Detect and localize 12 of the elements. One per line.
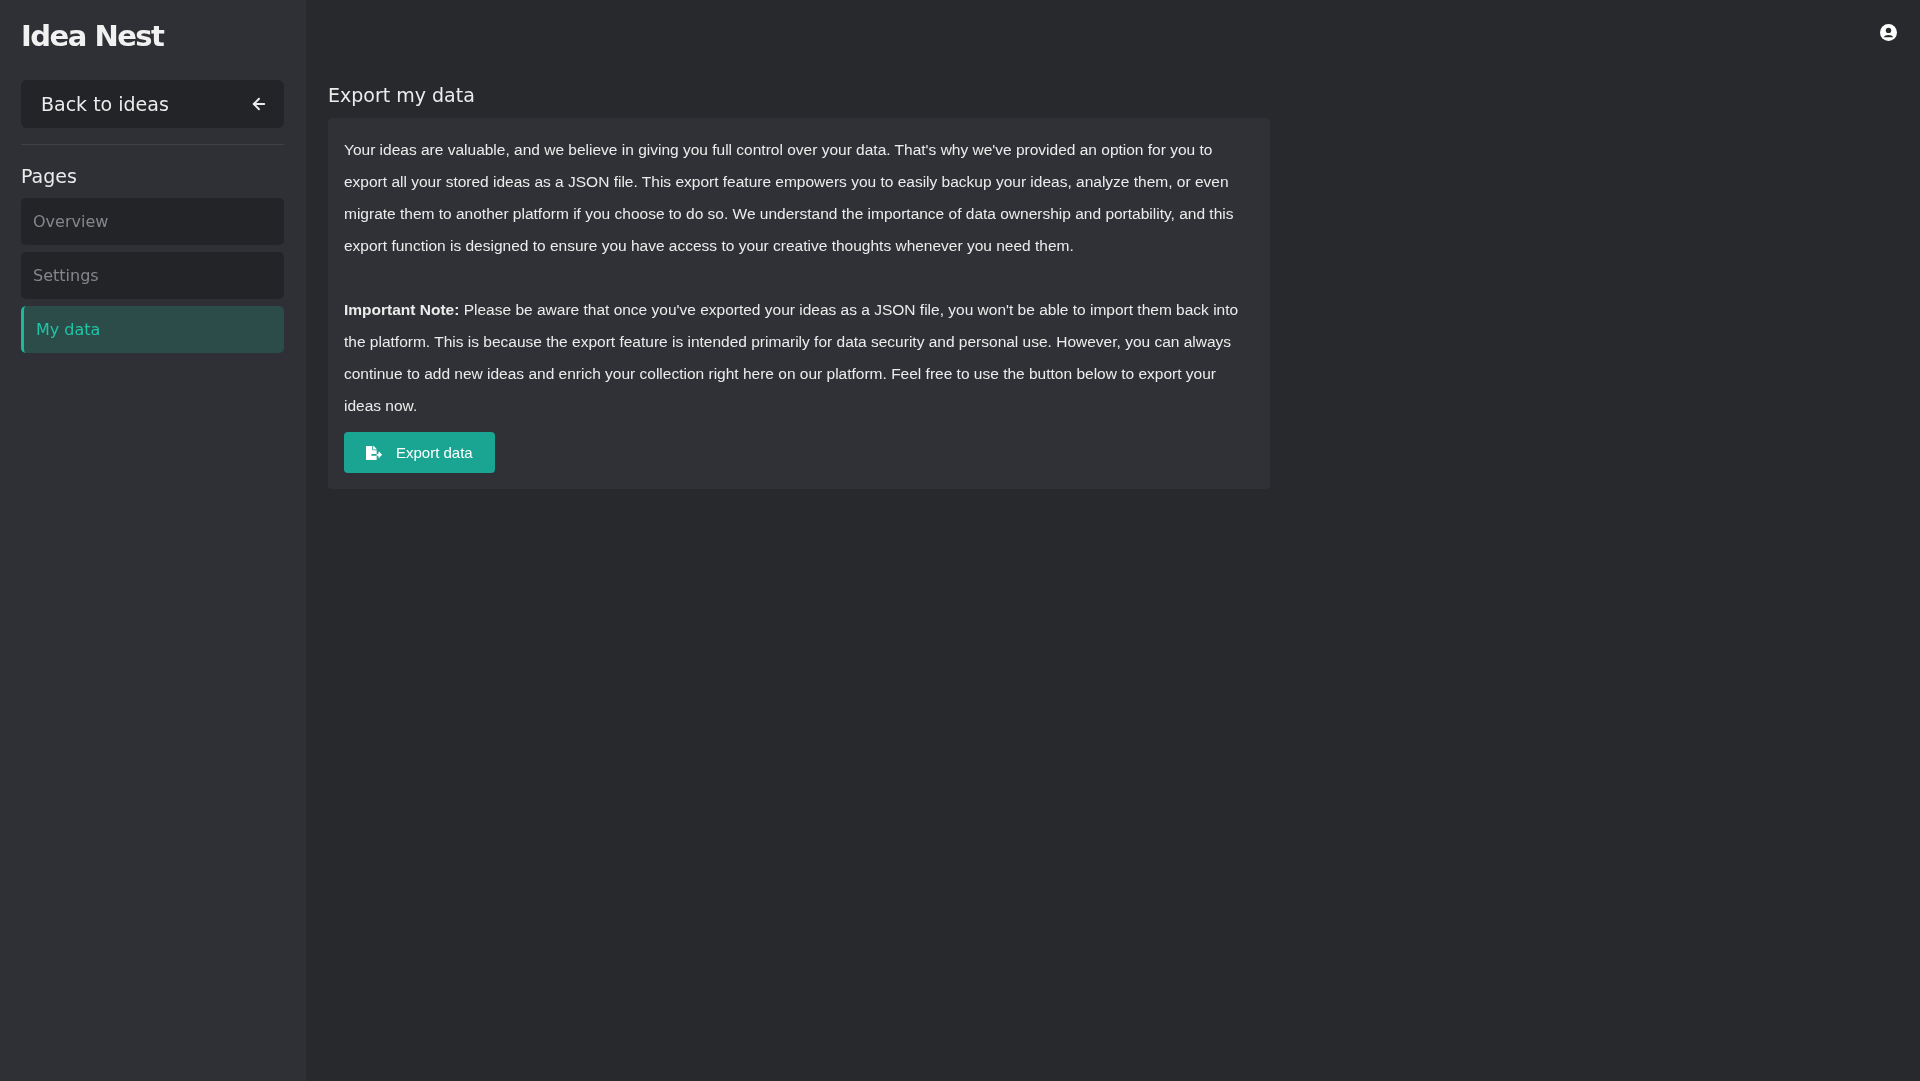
page-title: Export my data xyxy=(328,83,476,108)
file-export-icon xyxy=(366,444,382,461)
paragraph: Important Note: Please be aware that once you've exported your ideas as a JSON file, you won't be able to import them back into the platform. This is because the export feature is intended primarily for data security and personal use. However, you can always continue to add new ideas and enrich your collection right here on our platform. Feel free to use the button below to export your ideas now. xyxy=(344,300,1240,416)
export-button[interactable]: Export data xyxy=(344,432,495,473)
sidebar-item[interactable]: Settings xyxy=(21,252,284,299)
app-logo: Idea Nest xyxy=(21,18,165,55)
sidebar-item[interactable]: My data xyxy=(21,306,284,353)
account-icon[interactable] xyxy=(1880,24,1897,41)
section-title: Pages xyxy=(21,164,78,189)
sidebar-item[interactable]: Overview xyxy=(21,198,284,245)
paragraph: Your ideas are valuable, and we believe in giving you full control over your data. That's why we've provided an option for you to export all your stored ideas as a JSON file. This export feature empowers you to easily backup your ideas, analyze them, or even migrate them to another platform if you choose to do so. We understand the importance of data ownership and portability, and this export function is designed to ensure you have access to your creative thoughts whenever you need them. xyxy=(344,140,1235,256)
back-button[interactable]: Back to ideas xyxy=(21,80,284,128)
